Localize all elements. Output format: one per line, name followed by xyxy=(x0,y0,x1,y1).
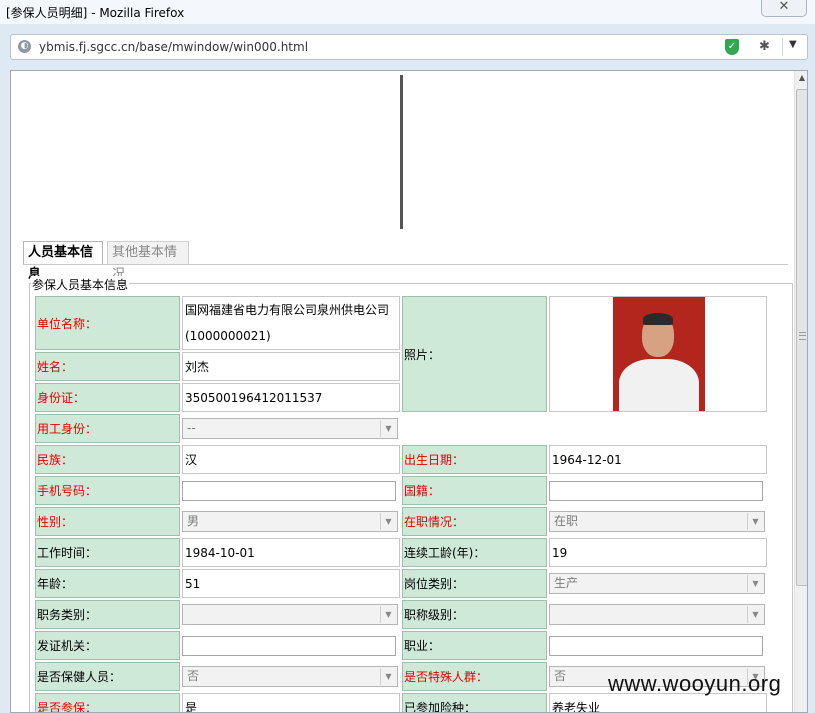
chevron-down-icon[interactable]: ▼ xyxy=(380,668,396,685)
name-value: 刘杰 xyxy=(182,352,400,381)
title-level-select[interactable]: ▼ xyxy=(549,604,765,625)
url-text[interactable]: ybmis.fj.sgcc.cn/base/mwindow/win000.htm… xyxy=(39,40,308,54)
nationality-input[interactable] xyxy=(549,480,763,501)
close-window-button[interactable]: ✕ xyxy=(761,0,807,17)
mobile-input[interactable] xyxy=(182,480,396,501)
employment-status-value: 在职 xyxy=(554,514,579,528)
unit-name-line1: 国网福建省电力有限公司泉州供电公司 xyxy=(185,303,390,317)
fieldset-legend: 参保人员基本信息 xyxy=(31,276,130,293)
scrollbar-thumb[interactable] xyxy=(796,89,807,586)
id-card-label: 身份证： xyxy=(35,383,180,412)
address-bar[interactable]: ◐ ybmis.fj.sgcc.cn/base/mwindow/win000.h… xyxy=(10,34,808,60)
health-care-cell: 否 ▼ xyxy=(182,662,400,691)
nationality-cell xyxy=(549,476,767,505)
photo-hair xyxy=(643,313,673,325)
issuing-authority-input[interactable] xyxy=(182,635,396,656)
occupation-input[interactable] xyxy=(549,635,763,656)
title-level-cell: ▼ xyxy=(549,600,767,629)
globe-icon: ◐ xyxy=(18,40,31,53)
occupation-cell xyxy=(549,631,767,660)
shield-check-icon[interactable]: ✓ xyxy=(725,39,739,55)
title-level-label: 职称级别： xyxy=(402,600,547,629)
photo-cell xyxy=(549,296,767,412)
age-value: 51 xyxy=(182,569,400,598)
health-care-select[interactable]: 否 ▼ xyxy=(182,666,398,687)
bug-icon[interactable]: ✱ xyxy=(759,39,770,54)
post-category-value: 生产 xyxy=(554,576,579,590)
mobile-label: 手机号码： xyxy=(35,476,180,505)
page-content: 人员基本信息 其他基本情况 参保人员基本信息 单位名称： 国网福建省电力有限公司… xyxy=(10,70,808,713)
vertical-divider xyxy=(400,75,403,229)
employment-status-label: 在职情况： xyxy=(402,507,547,536)
scroll-up-arrow-icon[interactable]: ▲ xyxy=(795,73,807,85)
gender-cell: 男 ▼ xyxy=(182,507,400,536)
person-photo xyxy=(613,297,705,411)
unit-name-line2: (1000000021) xyxy=(185,329,271,343)
birth-date-label: 出生日期： xyxy=(402,445,547,474)
window-title: [参保人员明细] - Mozilla Firefox xyxy=(6,6,185,20)
chevron-down-icon[interactable]: ▼ xyxy=(380,606,396,623)
id-card-value: 350500196412011537 xyxy=(182,383,400,412)
chevron-down-icon[interactable]: ▼ xyxy=(747,606,763,623)
duty-category-select[interactable]: ▼ xyxy=(182,604,398,625)
health-care-value: 否 xyxy=(187,669,200,683)
watermark: www.wooyun.org xyxy=(608,671,782,696)
duty-category-cell: ▼ xyxy=(182,600,400,629)
age-label: 年龄： xyxy=(35,569,180,598)
tab-underline xyxy=(23,264,788,265)
mobile-cell xyxy=(182,476,400,505)
photo-body xyxy=(619,359,699,411)
vertical-scrollbar[interactable]: ▲ xyxy=(794,71,807,712)
tab-basic-info[interactable]: 人员基本信息 xyxy=(23,241,103,282)
name-label: 姓名： xyxy=(35,352,180,381)
employment-identity-select[interactable]: -- ▼ xyxy=(182,418,398,439)
grip-icon xyxy=(799,332,806,340)
window-titlebar: [参保人员明细] - Mozilla Firefox ✕ xyxy=(0,0,815,24)
employment-identity-cell: -- ▼ xyxy=(182,414,400,443)
insured-label: 是否参保： xyxy=(35,693,180,712)
chevron-down-icon[interactable]: ▼ xyxy=(747,513,763,530)
unit-name-value: 国网福建省电力有限公司泉州供电公司 (1000000021) xyxy=(182,296,400,350)
post-category-cell: 生产 ▼ xyxy=(549,569,767,598)
chevron-down-icon[interactable]: ▼ xyxy=(380,513,396,530)
insurance-types-label: 已参加险种： xyxy=(402,693,547,712)
special-group-value: 否 xyxy=(554,669,567,683)
employment-status-select[interactable]: 在职 ▼ xyxy=(549,511,765,532)
tab-other-info[interactable]: 其他基本情况 xyxy=(107,241,189,282)
occupation-label: 职业： xyxy=(402,631,547,660)
employment-identity-label: 用工身份： xyxy=(35,414,180,443)
special-group-label: 是否特殊人群： xyxy=(402,662,547,691)
chevron-down-icon[interactable]: ▼ xyxy=(747,575,763,592)
birth-date-value: 1964-12-01 xyxy=(549,445,767,474)
gender-select[interactable]: 男 ▼ xyxy=(182,511,398,532)
work-start-value: 1984-10-01 xyxy=(182,538,400,567)
insured-value: 是 xyxy=(182,693,400,712)
toolbar-separator xyxy=(782,38,783,56)
gender-label: 性别： xyxy=(35,507,180,536)
person-info-table: 单位名称： 国网福建省电力有限公司泉州供电公司 (1000000021) 照片：… xyxy=(33,294,769,712)
employment-identity-value: -- xyxy=(187,421,196,435)
ethnicity-label: 民族： xyxy=(35,445,180,474)
health-care-label: 是否保健人员： xyxy=(35,662,180,691)
chevron-down-icon[interactable]: ▼ xyxy=(789,39,797,50)
post-category-label: 岗位类别： xyxy=(402,569,547,598)
nationality-label: 国籍： xyxy=(402,476,547,505)
unit-name-label: 单位名称： xyxy=(35,296,180,350)
continuous-years-value: 19 xyxy=(549,538,767,567)
gender-value: 男 xyxy=(187,514,200,528)
continuous-years-label: 连续工龄(年)： xyxy=(402,538,547,567)
employment-status-cell: 在职 ▼ xyxy=(549,507,767,536)
photo-label: 照片： xyxy=(402,296,547,412)
issuing-authority-label: 发证机关： xyxy=(35,631,180,660)
work-start-label: 工作时间： xyxy=(35,538,180,567)
ethnicity-value: 汉 xyxy=(182,445,400,474)
duty-category-label: 职务类别： xyxy=(35,600,180,629)
post-category-select[interactable]: 生产 ▼ xyxy=(549,573,765,594)
chevron-down-icon[interactable]: ▼ xyxy=(380,420,396,437)
issuing-authority-cell xyxy=(182,631,400,660)
